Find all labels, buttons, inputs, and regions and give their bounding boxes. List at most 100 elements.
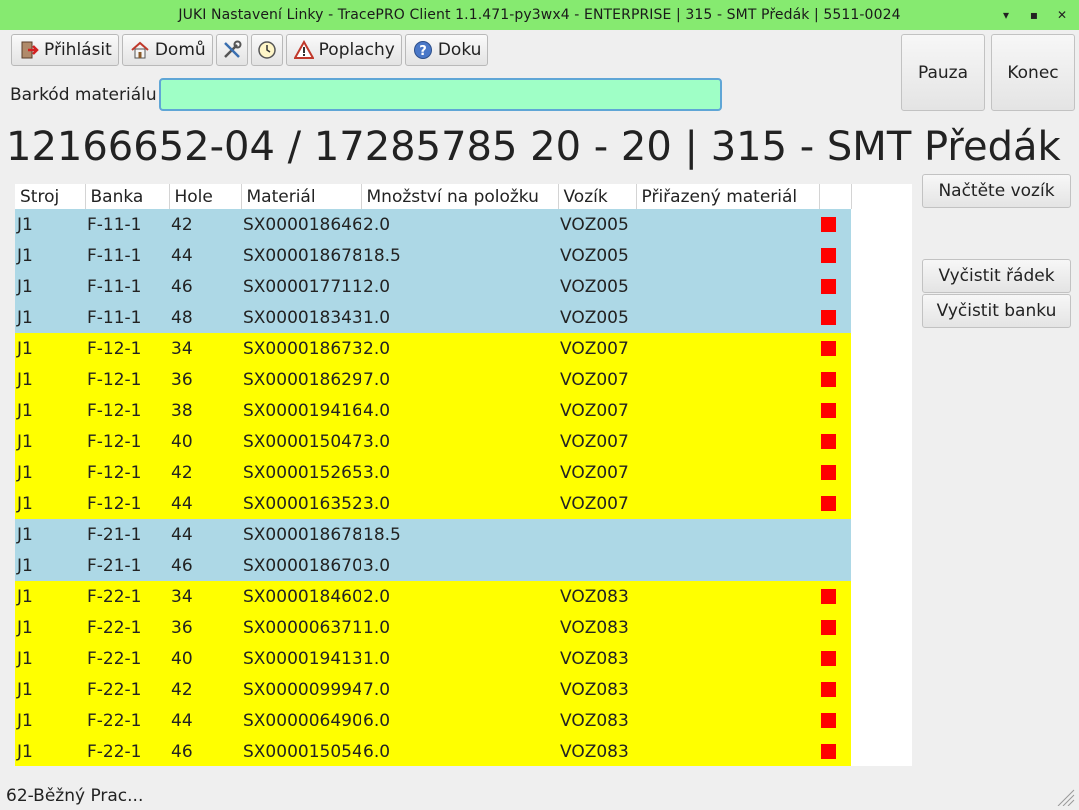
exit-button[interactable]: Konec <box>991 34 1075 111</box>
minimize-icon[interactable]: ▾ <box>995 4 1017 26</box>
docs-button[interactable]: ? Doku <box>404 34 489 66</box>
table-row[interactable]: J1 F-12-1 44 SX000016352 3.0 VOZ007 <box>15 488 851 519</box>
cell-stroj: J1 <box>15 271 85 302</box>
cell-stroj: J1 <box>15 209 85 240</box>
table-row[interactable]: J1 F-11-1 42 SX000018646 2.0 VOZ005 <box>15 209 851 240</box>
alarms-button[interactable]: Poplachy <box>285 34 402 66</box>
status-flag-icon <box>821 682 836 697</box>
column-header-assigned[interactable]: Přiřazený materiál <box>636 184 820 209</box>
cell-assigned <box>636 240 819 271</box>
window-title: JUKI Nastavení Linky - TracePRO Client 1… <box>178 7 901 23</box>
cell-hole: 46 <box>169 736 241 766</box>
home-button[interactable]: Domů <box>121 34 213 66</box>
status-flag-icon <box>821 744 836 759</box>
cell-quantity: 1.0 <box>361 302 558 333</box>
status-flag-icon <box>821 713 836 728</box>
cell-stroj: J1 <box>15 550 85 581</box>
cell-flag <box>819 519 851 550</box>
table-row[interactable]: J1 F-22-1 42 SX000009994 7.0 VOZ083 <box>15 674 851 705</box>
cell-flag <box>819 395 851 426</box>
status-flag-icon <box>821 217 836 232</box>
cell-hole: 38 <box>169 395 241 426</box>
column-header-stroj[interactable]: Stroj <box>15 184 86 209</box>
cell-flag <box>819 550 851 581</box>
table-row[interactable]: J1 F-11-1 48 SX000018343 1.0 VOZ005 <box>15 302 851 333</box>
cell-material: SX000015047 <box>241 426 361 457</box>
cell-material: SX000018343 <box>241 302 361 333</box>
cell-assigned <box>636 674 819 705</box>
cell-stroj: J1 <box>15 457 85 488</box>
status-flag-icon <box>821 620 836 635</box>
column-header-banka[interactable]: Banka <box>85 184 170 209</box>
table-row[interactable]: J1 F-12-1 36 SX000018629 7.0 VOZ007 <box>15 364 851 395</box>
cell-stroj: J1 <box>15 643 85 674</box>
cell-cart: VOZ083 <box>558 705 636 736</box>
cell-material: SX000006371 <box>241 612 361 643</box>
cell-flag <box>819 643 851 674</box>
login-button[interactable]: Přihlásit <box>11 34 119 66</box>
clear-bank-button[interactable]: Vyčistit banku <box>922 294 1071 328</box>
cell-hole: 42 <box>169 674 241 705</box>
cell-assigned <box>636 209 819 240</box>
settings-button[interactable] <box>215 34 248 66</box>
cell-cart <box>558 550 636 581</box>
table-row[interactable]: J1 F-22-1 36 SX000006371 1.0 VOZ083 <box>15 612 851 643</box>
cell-assigned <box>636 488 819 519</box>
column-header-hole[interactable]: Hole <box>169 184 242 209</box>
cell-cart: VOZ005 <box>558 271 636 302</box>
cell-flag <box>819 209 851 240</box>
table-row[interactable]: J1 F-12-1 40 SX000015047 3.0 VOZ007 <box>15 426 851 457</box>
table-row[interactable]: J1 F-11-1 44 SX000018678 18.5 VOZ005 <box>15 240 851 271</box>
cell-hole: 48 <box>169 302 241 333</box>
home-label: Domů <box>154 40 206 60</box>
status-flag-icon <box>821 403 836 418</box>
cell-hole: 46 <box>169 271 241 302</box>
table-row[interactable]: J1 F-12-1 34 SX000018673 2.0 VOZ007 <box>15 333 851 364</box>
cell-material: SX000017711 <box>241 271 361 302</box>
cell-quantity: 7.0 <box>361 674 558 705</box>
cell-cart: VOZ083 <box>558 736 636 766</box>
table-row[interactable]: J1 F-22-1 46 SX000015054 6.0 VOZ083 <box>15 736 851 766</box>
cell-flag <box>819 488 851 519</box>
table-row[interactable]: J1 F-21-1 46 SX000018670 3.0 <box>15 550 851 581</box>
column-header-material[interactable]: Materiál <box>241 184 362 209</box>
load-cart-button[interactable]: Načtěte vozík <box>922 174 1071 208</box>
resize-grip-icon[interactable] <box>1053 786 1075 807</box>
cell-banka: F-12-1 <box>85 426 169 457</box>
cell-cart: VOZ007 <box>558 457 636 488</box>
table-row[interactable]: J1 F-21-1 44 SX000018678 18.5 <box>15 519 851 550</box>
table-row[interactable]: J1 F-11-1 46 SX000017711 2.0 VOZ005 <box>15 271 851 302</box>
table-row[interactable]: J1 F-12-1 42 SX000015265 3.0 VOZ007 <box>15 457 851 488</box>
pause-button[interactable]: Pauza <box>901 34 985 111</box>
cell-stroj: J1 <box>15 395 85 426</box>
cell-quantity: 3.0 <box>361 457 558 488</box>
help-question-icon: ? <box>412 39 434 61</box>
clear-row-button[interactable]: Vyčistit řádek <box>922 259 1071 293</box>
cell-hole: 44 <box>169 240 241 271</box>
close-icon[interactable]: ✕ <box>1051 4 1073 26</box>
column-header-flag[interactable] <box>819 184 852 209</box>
cell-flag <box>819 426 851 457</box>
table-row[interactable]: J1 F-22-1 40 SX000019413 1.0 VOZ083 <box>15 643 851 674</box>
status-flag-icon <box>821 341 836 356</box>
warning-triangle-icon <box>293 39 315 61</box>
table-row[interactable]: J1 F-22-1 44 SX000006490 6.0 VOZ083 <box>15 705 851 736</box>
cell-cart: VOZ007 <box>558 488 636 519</box>
cell-hole: 36 <box>169 612 241 643</box>
table-row[interactable]: J1 F-12-1 38 SX000019416 4.0 VOZ007 <box>15 395 851 426</box>
maximize-icon[interactable]: ▪ <box>1023 4 1045 26</box>
cell-hole: 40 <box>169 426 241 457</box>
table-row[interactable]: J1 F-22-1 34 SX000018460 2.0 VOZ083 <box>15 581 851 612</box>
cell-quantity: 6.0 <box>361 705 558 736</box>
cell-cart: VOZ007 <box>558 333 636 364</box>
alarms-label: Poplachy <box>318 40 395 60</box>
barcode-input[interactable] <box>159 78 722 111</box>
cell-quantity: 1.0 <box>361 612 558 643</box>
clock-button[interactable] <box>250 34 283 66</box>
cell-quantity: 18.5 <box>361 519 558 550</box>
column-header-cart[interactable]: Vozík <box>558 184 637 209</box>
cell-quantity: 3.0 <box>361 488 558 519</box>
cell-assigned <box>636 364 819 395</box>
column-header-quantity[interactable]: Množství na položku <box>361 184 559 209</box>
cell-banka: F-12-1 <box>85 364 169 395</box>
